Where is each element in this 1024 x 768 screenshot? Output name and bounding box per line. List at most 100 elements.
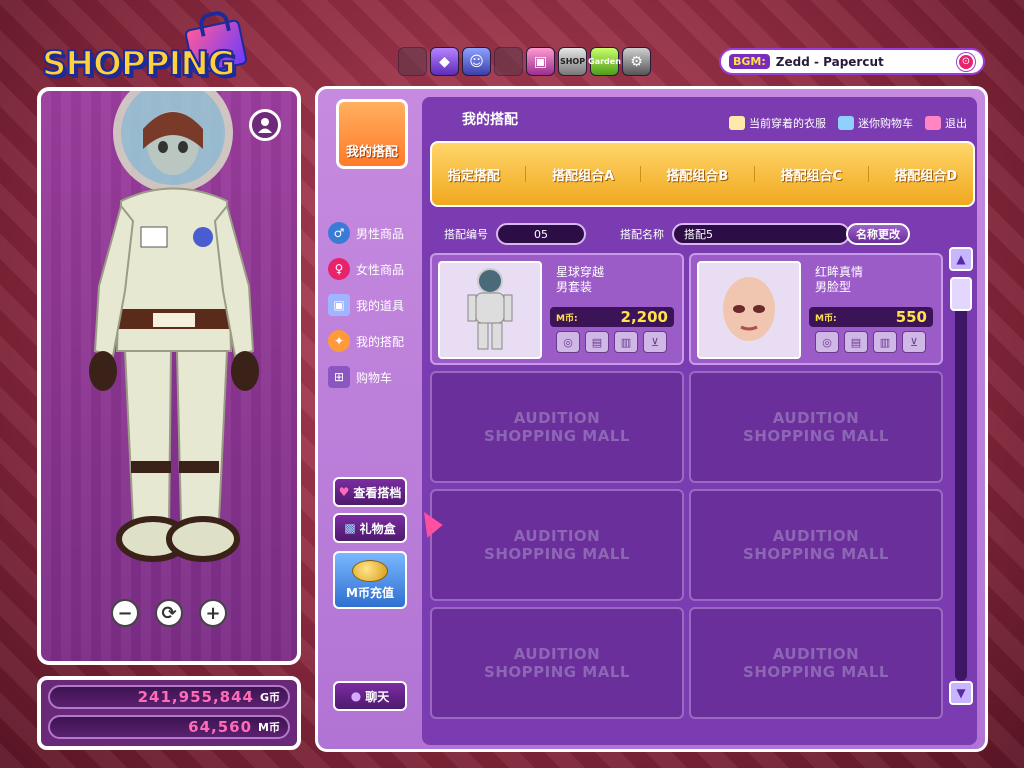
page-title: 我的搭配 bbox=[462, 112, 518, 128]
scroll-thumb[interactable] bbox=[950, 277, 972, 311]
price-value: 2,200 bbox=[620, 308, 668, 326]
mini-cart-link[interactable]: 迷你购物车 bbox=[838, 115, 913, 131]
nav-cart[interactable]: ⊞ 购物车 bbox=[328, 365, 404, 389]
basket-icon bbox=[838, 116, 854, 130]
empty-slot-line: SHOPPING MALL bbox=[743, 545, 889, 563]
chat-bulb-icon: ● bbox=[350, 689, 362, 703]
try-on-icon[interactable]: ◎ bbox=[815, 331, 839, 353]
blank-icon[interactable] bbox=[494, 47, 523, 76]
garden-icon[interactable]: Garden bbox=[588, 47, 621, 76]
shirt-icon bbox=[729, 116, 745, 130]
smile-icon[interactable]: ☺ bbox=[462, 47, 491, 76]
nav-label: 购物车 bbox=[356, 370, 393, 385]
add-to-cart-icon[interactable]: ⊻ bbox=[902, 331, 926, 353]
scroll-down-icon[interactable]: ▼ bbox=[949, 681, 973, 705]
settings-icon[interactable]: ⚙ bbox=[622, 47, 651, 76]
item-name: 红眸真情 男脸型 bbox=[815, 265, 863, 295]
tab-combo-b[interactable]: 搭配组合B bbox=[660, 165, 734, 184]
empty-slot-line: AUDITION bbox=[513, 645, 601, 663]
item-thumbnail bbox=[438, 261, 542, 359]
outfit-number-label: 搭配编号 bbox=[444, 228, 488, 241]
scroll-track[interactable] bbox=[955, 277, 967, 681]
nav-label: 我的搭配 bbox=[356, 334, 405, 349]
tab-designated-outfit[interactable]: 指定搭配 bbox=[442, 165, 506, 184]
gift-icon: ▩ bbox=[344, 521, 356, 535]
price-unit: M币: bbox=[815, 313, 837, 324]
shop-panel: 我的搭配 ♂ 男性商品 ♀ 女性商品 ▣ 我的道具 ✦ 我的搭配 ⊞ 购物车 ♥… bbox=[315, 86, 988, 752]
item-name: 星球穿越 男套装 bbox=[556, 265, 604, 295]
my-outfit-badge[interactable]: 我的搭配 bbox=[336, 99, 408, 169]
outfit-name-label: 搭配名称 bbox=[620, 228, 664, 241]
photo-icon[interactable]: SHOP bbox=[558, 47, 587, 76]
gift-box-button[interactable]: ▩ 礼物盒 bbox=[333, 513, 407, 543]
tab-divider bbox=[753, 166, 755, 182]
tab-divider bbox=[867, 166, 869, 182]
add-to-cart-icon[interactable]: ⊻ bbox=[643, 331, 667, 353]
item-card[interactable]: 星球穿越 男套装 M币: 2,200 ◎ ▤ ▥ ⊻ bbox=[430, 253, 684, 365]
profile-icon[interactable] bbox=[249, 109, 281, 141]
zoom-in-icon[interactable]: + bbox=[199, 599, 227, 627]
nav-label: 男性商品 bbox=[356, 226, 405, 241]
gift-icon[interactable]: ▤ bbox=[585, 331, 609, 353]
tab-divider bbox=[639, 166, 641, 182]
empty-slot-line: SHOPPING MALL bbox=[484, 427, 630, 445]
item-price: M币: 2,200 bbox=[550, 307, 674, 327]
m-recharge-button[interactable]: M币充值 bbox=[333, 551, 407, 609]
tv-icon[interactable]: ▣ bbox=[526, 47, 555, 76]
outfit-name-field[interactable]: 搭配5 bbox=[672, 223, 850, 245]
wishlist-icon[interactable]: ▥ bbox=[873, 331, 897, 353]
outfit-tabs: 指定搭配 搭配组合A 搭配组合B 搭配组合C 搭配组合D bbox=[430, 141, 975, 207]
view-archive-button[interactable]: ♥ 查看搭档 bbox=[333, 477, 407, 507]
price-value: 550 bbox=[895, 308, 927, 326]
empty-slot-line: SHOPPING MALL bbox=[743, 427, 889, 445]
shop-category-nav: ♂ 男性商品 ♀ 女性商品 ▣ 我的道具 ✦ 我的搭配 ⊞ 购物车 bbox=[328, 221, 404, 389]
hanger-icon: ✦ bbox=[328, 330, 350, 352]
nav-label: 女性商品 bbox=[356, 262, 405, 277]
wishlist-icon[interactable]: ▥ bbox=[614, 331, 638, 353]
item-price: M币: 550 bbox=[809, 307, 933, 327]
gift-icon[interactable]: ▤ bbox=[844, 331, 868, 353]
empty-slot-line: SHOPPING MALL bbox=[743, 663, 889, 681]
exit-link[interactable]: 退出 bbox=[925, 115, 967, 131]
try-on-icon[interactable]: ◎ bbox=[556, 331, 580, 353]
bgm-song: Zedd - Papercut bbox=[775, 54, 884, 69]
exit-label: 退出 bbox=[945, 117, 967, 130]
chat-button[interactable]: ● 聊天 bbox=[333, 681, 407, 711]
scroll-up-icon[interactable]: ▲ bbox=[949, 247, 973, 271]
empty-slot-line: AUDITION bbox=[772, 527, 860, 545]
item-card[interactable]: 红眸真情 男脸型 M币: 550 ◎ ▤ ▥ ⊻ bbox=[689, 253, 943, 365]
bgm-toggle-icon[interactable]: ⊙ bbox=[957, 52, 975, 71]
nav-female-items[interactable]: ♀ 女性商品 bbox=[328, 257, 404, 281]
tab-combo-c[interactable]: 搭配组合C bbox=[775, 165, 849, 184]
view-archive-label: 查看搭档 bbox=[353, 485, 402, 500]
zoom-out-icon[interactable]: − bbox=[111, 599, 139, 627]
item-scrollbar[interactable]: ▲ ▼ bbox=[949, 247, 973, 713]
nav-my-items[interactable]: ▣ 我的道具 bbox=[328, 293, 404, 317]
outfit-form: 搭配编号 05 搭配名称 搭配5 名称更改 bbox=[444, 223, 910, 245]
quick-icon-bar: ◆ ☺ ▣ SHOP Garden ⚙ bbox=[398, 47, 651, 76]
m-coin-value: 64,560 bbox=[188, 718, 253, 736]
g-coin-row: 241,955,844 G币 bbox=[48, 685, 290, 709]
g-coin-value: 241,955,844 bbox=[137, 688, 254, 706]
tab-combo-d[interactable]: 搭配组合D bbox=[888, 165, 963, 184]
m-coin-unit: M币 bbox=[258, 721, 280, 734]
rename-button[interactable]: 名称更改 bbox=[846, 223, 910, 245]
cart-icon: ⊞ bbox=[328, 366, 350, 388]
current-outfit-label: 当前穿着的衣服 bbox=[749, 117, 826, 130]
current-outfit-link[interactable]: 当前穿着的衣服 bbox=[729, 115, 826, 131]
tab-combo-a[interactable]: 搭配组合A bbox=[546, 165, 620, 184]
face-icon bbox=[723, 277, 775, 341]
item-actions: ◎ ▤ ▥ ⊻ bbox=[556, 331, 667, 353]
box-icon: ▣ bbox=[328, 294, 350, 316]
gift-box-label: 礼物盒 bbox=[359, 521, 396, 536]
blank-icon[interactable] bbox=[398, 47, 427, 76]
empty-slot: AUDITION SHOPPING MALL bbox=[689, 371, 943, 483]
empty-slot: AUDITION SHOPPING MALL bbox=[430, 607, 684, 719]
item-name-line: 星球穿越 bbox=[556, 265, 605, 279]
item-name-line: 红眸真情 bbox=[815, 265, 864, 279]
nav-male-items[interactable]: ♂ 男性商品 bbox=[328, 221, 404, 245]
outfit-number-field[interactable]: 05 bbox=[496, 223, 586, 245]
rotate-icon[interactable]: ⟳ bbox=[155, 599, 183, 627]
purple-bag-icon[interactable]: ◆ bbox=[430, 47, 459, 76]
nav-my-outfits[interactable]: ✦ 我的搭配 bbox=[328, 329, 404, 353]
